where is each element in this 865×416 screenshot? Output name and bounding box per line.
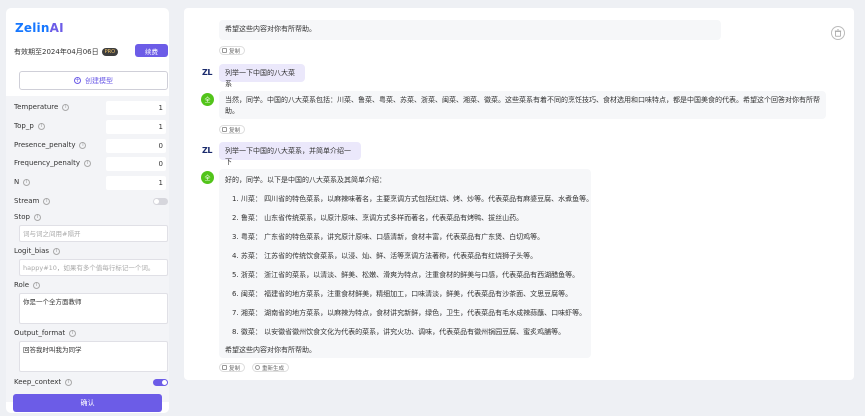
n-input[interactable]: 1 [106, 176, 166, 190]
parameter-panel: Temperature i 1 Top_p i 1 Presence_penalty… [6, 96, 169, 402]
top-p-label: Top_p i [14, 122, 45, 130]
info-icon[interactable]: i [65, 378, 73, 386]
info-icon[interactable]: i [62, 103, 70, 111]
frequency-penalty-label: Frequency_penalty i [14, 159, 91, 167]
output-format-label: Output_format i [14, 329, 77, 337]
confirm-button[interactable]: 确认 [13, 394, 162, 412]
copy-button[interactable]: 复制 [219, 46, 246, 55]
copy-icon [222, 127, 227, 132]
presence-penalty-label: Presence_penalty i [14, 141, 87, 149]
info-icon[interactable]: i [53, 247, 61, 255]
plus-circle-icon: + [74, 76, 81, 84]
list-item: 1. 川菜： 四川省的特色菜系，以麻辣味著名，主要烹调方式包括红烧、烤、炒等。代… [232, 195, 594, 203]
info-icon[interactable]: i [23, 178, 31, 186]
info-icon[interactable]: i [79, 141, 87, 149]
n-label: Ni [14, 178, 31, 186]
keep-context-label: Keep_context i [14, 378, 73, 386]
list-item: 5. 浙菜： 浙江省的菜系，以清淡、鲜美、松嫩、滑爽为特点，注重食材的鲜美与口感… [232, 271, 580, 279]
stream-label: Stream i [14, 197, 51, 205]
regenerate-button[interactable]: 重新生成 [252, 363, 290, 372]
subscription-validity: 有效期至2024年04月06日 PRO [14, 47, 119, 57]
list-item: 4. 苏菜： 江苏省的传统饮食菜系，以浸、灿、鲜、活等烹调方法著称，代表菜品有红… [232, 252, 538, 260]
toggle-knob [162, 380, 167, 385]
list-item: 6. 闽菜： 福建省的地方菜系，注重食材鲜美，精细加工，口味清淡，鲜美，代表菜品… [232, 290, 573, 298]
user-avatar: ZL [202, 68, 212, 77]
app-logo: ZelinAI [15, 21, 64, 35]
assistant-message: 当然，同学。中国的八大菜系包括：川菜、鲁菜、粤菜、苏菜、浙菜、闽菜、湘菜、徽菜。… [219, 91, 826, 119]
keep-context-toggle[interactable] [153, 379, 168, 386]
copy-icon [222, 48, 227, 53]
stop-label: Stop i [14, 213, 41, 221]
presence-penalty-input[interactable]: 0 [106, 139, 166, 153]
settings-sidebar: ZelinAI 有效期至2024年04月06日 PRO 续费 + 创建模型 Te… [6, 8, 169, 413]
role-input[interactable]: 你是一个全方面教师 [19, 293, 168, 324]
info-icon[interactable]: i [83, 159, 91, 167]
renew-button[interactable]: 续费 [135, 44, 168, 57]
user-avatar: ZL [202, 146, 212, 155]
logit-bias-input[interactable]: happy#10，如果有多个值每行标记一个词。 [19, 259, 168, 276]
create-model-button[interactable]: + 创建模型 [19, 71, 168, 90]
copy-button[interactable]: 复制 [219, 363, 246, 372]
list-item: 8. 徽菜： 以安徽省徽州饮食文化为代表的菜系，讲究火功、调味，代表菜品有徽州锅… [232, 328, 566, 336]
copy-button[interactable]: 复制 [219, 125, 246, 134]
list-item: 7. 湘菜： 湖南省的地方菜系，以麻辣为特点，食材讲究新鲜，绿色，卫生，代表菜品… [232, 309, 587, 317]
message-intro: 好的，同学。以下是中国的八大菜系及其简单介绍： [225, 176, 386, 184]
output-format-input[interactable]: 回答我时叫我为同学 [19, 341, 168, 372]
logit-bias-label: Logit_bias i [14, 247, 61, 255]
clear-chat-button[interactable] [831, 26, 845, 40]
frequency-penalty-input[interactable]: 0 [106, 157, 166, 171]
stream-toggle[interactable] [153, 198, 168, 205]
info-icon[interactable]: i [33, 281, 41, 289]
list-item: 3. 粤菜： 广东省的特色菜系，讲究原汁原味、口感清新，食材丰富，代表菜品有广东… [232, 233, 545, 241]
pro-badge: PRO [101, 48, 119, 56]
user-message: 列举一下中国的八大菜系 [219, 64, 305, 88]
info-icon[interactable]: i [43, 197, 51, 205]
temperature-label: Temperature i [14, 103, 70, 111]
assistant-avatar: 全 [201, 93, 214, 106]
role-label: Role i [14, 281, 41, 289]
refresh-icon [255, 365, 260, 370]
list-item: 2. 鲁菜： 山东省传统菜系，以原汁原味、烹调方式多样而著名，代表菜品有烤鸭、拔… [232, 214, 524, 222]
stop-input[interactable]: 词与词之间用#隔开 [19, 225, 168, 242]
toggle-knob [154, 199, 159, 204]
info-icon[interactable]: i [33, 213, 41, 221]
info-icon[interactable]: i [37, 122, 45, 130]
temperature-input[interactable]: 1 [106, 101, 166, 115]
user-message: 列举一下中国的八大菜系，并简单介绍一下 [219, 142, 361, 166]
trash-icon [834, 29, 842, 37]
message-outro: 希望这些内容对你有所帮助。 [225, 346, 316, 354]
top-p-input[interactable]: 1 [106, 120, 166, 134]
assistant-message: 希望这些内容对你有所帮助。 [219, 20, 721, 40]
assistant-avatar: 全 [201, 171, 214, 184]
info-icon[interactable]: i [69, 329, 77, 337]
copy-icon [222, 365, 227, 370]
